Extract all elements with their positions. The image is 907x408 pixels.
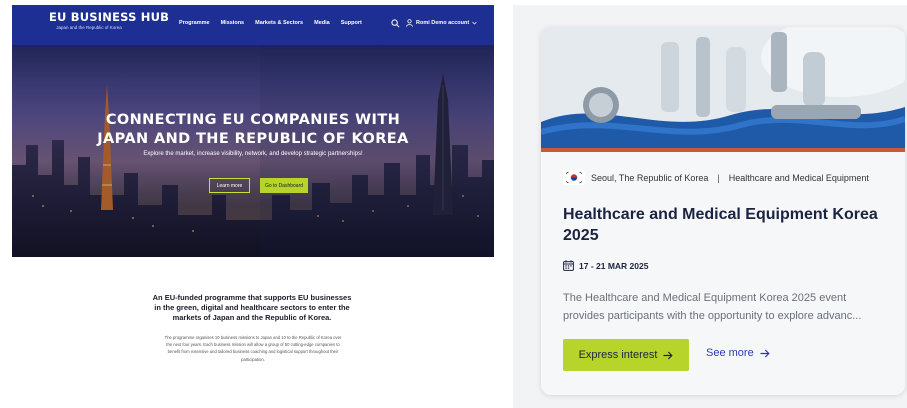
user-icon xyxy=(406,19,413,27)
meta-separator: | xyxy=(717,172,720,183)
main-menu: Programme Missions Markets & Sectors Med… xyxy=(179,20,362,26)
eu-business-hub-logo[interactable]: EU BUSINESS HUB Japan and the Republic o… xyxy=(49,10,170,31)
see-more-label: See more xyxy=(706,347,754,359)
intro-paragraph: The programme organises 10 business miss… xyxy=(164,335,342,362)
calendar-icon xyxy=(563,260,574,271)
landing-page-preview: EU BUSINESS HUB Japan and the Republic o… xyxy=(12,5,494,403)
event-sector: Healthcare and Medical Equipment xyxy=(728,172,869,183)
menu-item-missions[interactable]: Missions xyxy=(221,20,245,26)
learn-more-button[interactable]: Learn more xyxy=(209,178,250,193)
arrow-right-icon xyxy=(760,349,770,357)
intro-heading: An EU-funded programme that supports EU … xyxy=(152,293,352,322)
menu-item-programme[interactable]: Programme xyxy=(179,20,210,26)
south-korea-flag-icon xyxy=(563,170,585,185)
event-location: Seoul, The Republic of Korea xyxy=(591,172,709,183)
menu-item-media[interactable]: Media xyxy=(314,20,330,26)
event-date: 17 - 21 MAR 2025 xyxy=(579,260,649,271)
arrow-right-icon xyxy=(663,351,674,359)
event-card-panel: Seoul, The Republic of Korea | Healthcar… xyxy=(513,5,907,408)
hero-title: CONNECTING EU COMPANIES WITH JAPAN AND T… xyxy=(12,111,494,149)
event-card: Seoul, The Republic of Korea | Healthcar… xyxy=(541,27,905,395)
top-navigation-bar: EU BUSINESS HUB Japan and the Republic o… xyxy=(12,5,494,45)
hero-title-line-2: JAPAN AND THE REPUBLIC OF KOREA xyxy=(97,131,409,147)
logo-title: EU BUSINESS HUB xyxy=(49,10,170,24)
account-label: Romi Demo account xyxy=(416,20,470,26)
go-to-dashboard-button[interactable]: Go to Dashboard xyxy=(260,178,308,193)
stethoscope-illustration xyxy=(541,27,905,148)
express-interest-label: Express interest xyxy=(578,349,658,361)
event-image xyxy=(541,27,905,148)
express-interest-button[interactable]: Express interest xyxy=(563,339,689,371)
menu-item-support[interactable]: Support xyxy=(341,20,362,26)
event-title[interactable]: Healthcare and Medical Equipment Korea 2… xyxy=(563,204,883,246)
event-meta: Seoul, The Republic of Korea | Healthcar… xyxy=(563,170,869,185)
event-date-row: 17 - 21 MAR 2025 xyxy=(563,260,648,271)
hero-title-line-1: CONNECTING EU COMPANIES WITH xyxy=(105,112,401,128)
menu-item-markets-sectors[interactable]: Markets & Sectors xyxy=(255,20,303,26)
see-more-link[interactable]: See more xyxy=(706,347,770,359)
account-menu[interactable]: Romi Demo account xyxy=(406,19,477,27)
card-accent-stripe xyxy=(541,148,905,152)
search-icon[interactable] xyxy=(391,19,400,28)
event-description: The Healthcare and Medical Equipment Kor… xyxy=(563,292,862,322)
chevron-down-icon xyxy=(472,21,477,25)
hero-subtitle: Explore the market, increase visibility,… xyxy=(143,151,363,157)
hero-banner: CONNECTING EU COMPANIES WITH JAPAN AND T… xyxy=(12,45,494,257)
logo-subtitle: Japan and the Republic of Korea xyxy=(56,25,122,30)
